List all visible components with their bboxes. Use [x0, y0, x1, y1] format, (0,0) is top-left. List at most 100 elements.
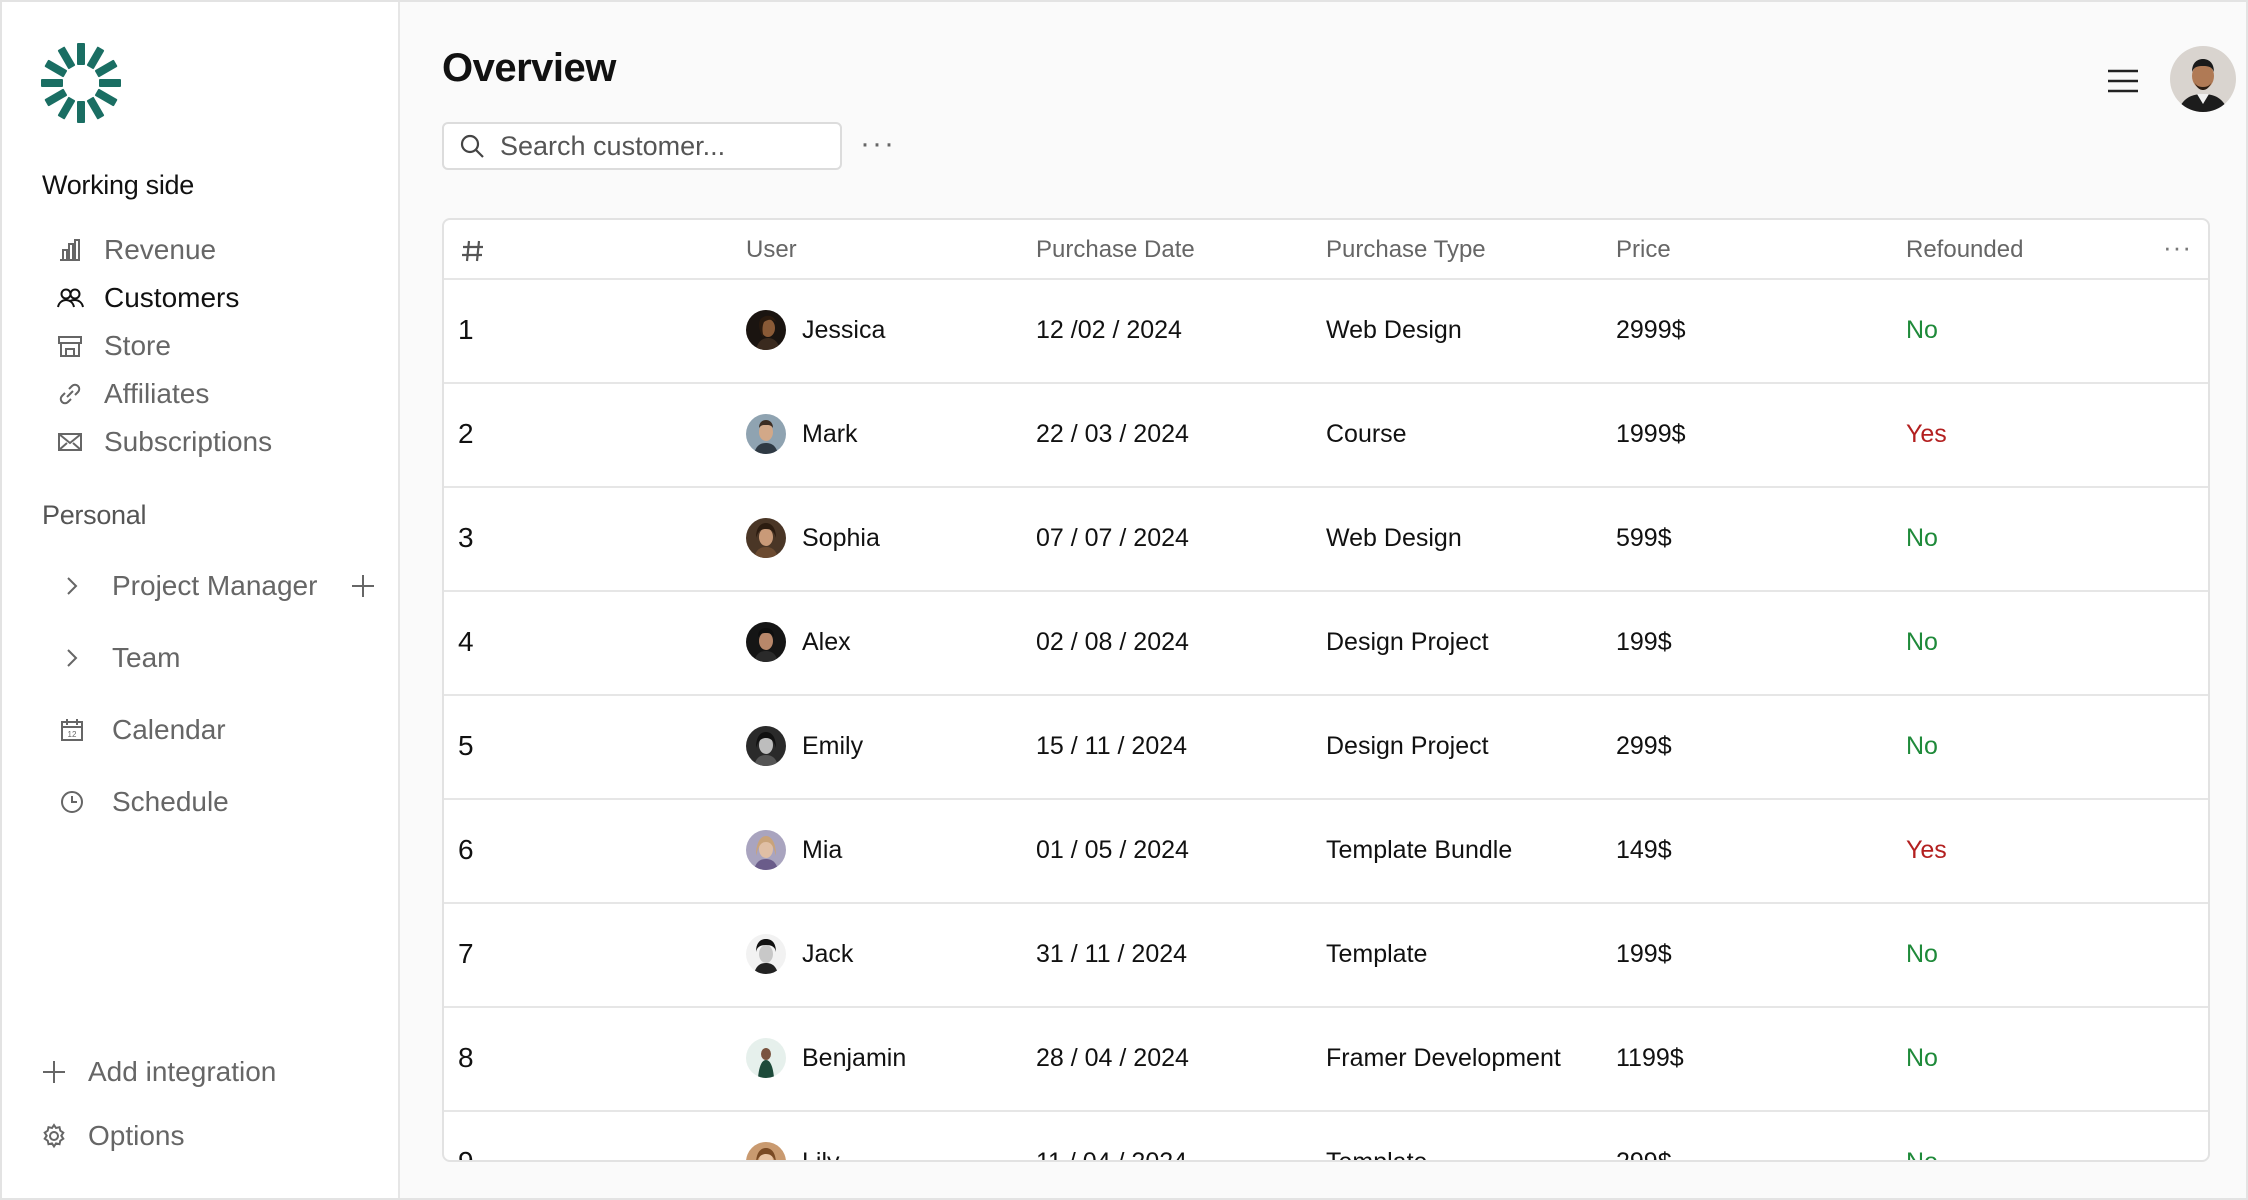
chevron-right-icon: [67, 649, 78, 667]
main-content: Overview ··· User Purchase Date Pur: [400, 2, 2246, 1198]
table-row[interactable]: 4 Alex 02 / 08 / 2024 Design Project 199…: [444, 592, 2208, 696]
sidebar-item-calendar[interactable]: 12 Calendar: [58, 710, 226, 750]
plus-icon: [43, 1061, 65, 1083]
options-label: Options: [88, 1120, 185, 1151]
refunded-status: No: [1906, 1044, 1938, 1072]
clock-icon: [61, 791, 83, 813]
sidebar-item-project-manager[interactable]: Project Manager: [58, 566, 377, 606]
refunded-status: No: [1906, 940, 1938, 968]
purchase-type: Design Project: [1326, 732, 1489, 760]
hash-icon: [462, 240, 483, 262]
sidebar-item-label: Project Manager: [112, 570, 318, 601]
user-name: Lily: [802, 1147, 840, 1162]
profile-photo-icon: [2170, 46, 2236, 112]
row-number: 5: [458, 730, 474, 761]
brand-logo-icon[interactable]: [40, 42, 122, 124]
table-row[interactable]: 8 Benjamin 28 / 04 / 2024 Framer Develop…: [444, 1008, 2208, 1112]
customers-table: User Purchase Date Purchase Type Price R…: [442, 218, 2210, 1162]
column-header-price[interactable]: Price: [1616, 236, 1671, 264]
purchase-type: Template: [1326, 940, 1428, 968]
search-box[interactable]: [442, 122, 842, 170]
add-integration-button[interactable]: Add integration: [40, 1056, 276, 1088]
purchase-type: Template Bundle: [1326, 836, 1513, 864]
row-number: 7: [458, 938, 474, 969]
purchase-date: 28 / 04 / 2024: [1036, 1044, 1189, 1072]
user-cell: Jack: [746, 934, 853, 974]
user-cell: Sophia: [746, 518, 880, 558]
purchase-date: 12 /02 / 2024: [1036, 316, 1182, 344]
sidebar-item-label: Schedule: [112, 786, 229, 817]
sidebar-item-schedule[interactable]: Schedule: [58, 782, 229, 822]
sidebar-item-subscriptions[interactable]: Subscriptions: [56, 422, 272, 462]
sidebar-item-team[interactable]: Team: [58, 638, 180, 678]
refunded-status: No: [1906, 524, 1938, 552]
column-header-purchase-type[interactable]: Purchase Type: [1326, 236, 1486, 264]
add-project-plus-icon[interactable]: [349, 572, 377, 600]
search-more-options-button[interactable]: ···: [860, 129, 896, 159]
price: 1999$: [1616, 420, 1686, 448]
row-number: 8: [458, 1042, 474, 1073]
table-row[interactable]: 3 Sophia 07 / 07 / 2024 Web Design 599$ …: [444, 488, 2208, 592]
user-avatar-image: [746, 1038, 786, 1078]
table-row[interactable]: 7 Jack 31 / 11 / 2024 Template 199$ No: [444, 904, 2208, 1008]
user-avatar-image: [746, 934, 786, 974]
section-title-working: Working side: [42, 170, 194, 200]
user-name: Alex: [802, 627, 851, 656]
sidebar-item-label: Affiliates: [104, 378, 210, 409]
user-name: Mia: [802, 835, 843, 864]
user-avatar-image: [746, 622, 786, 662]
table-header: User Purchase Date Purchase Type Price R…: [444, 220, 2208, 280]
user-cell: Emily: [746, 726, 863, 766]
hamburger-menu-icon[interactable]: [2106, 66, 2140, 96]
user-name: Benjamin: [802, 1043, 907, 1072]
options-button[interactable]: Options: [40, 1120, 185, 1152]
user-name: Sophia: [802, 523, 880, 552]
price: 299$: [1616, 1148, 1672, 1162]
refunded-status: No: [1906, 316, 1938, 344]
table-row[interactable]: 1 Jessica 12 /02 / 2024 Web Design 2999$…: [444, 280, 2208, 384]
table-row[interactable]: 5 Emily 15 / 11 / 2024 Design Project 29…: [444, 696, 2208, 800]
sidebar-item-label: Revenue: [104, 234, 217, 265]
chevron-right-icon: [67, 577, 78, 595]
user-avatar-image: [746, 830, 786, 870]
purchase-date: 22 / 03 / 2024: [1036, 420, 1189, 448]
purchase-date: 15 / 11 / 2024: [1036, 732, 1188, 760]
add-integration-label: Add integration: [88, 1056, 277, 1087]
column-header-refounded[interactable]: Refounded: [1906, 236, 2023, 264]
price: 199$: [1616, 628, 1672, 656]
search-input[interactable]: [500, 130, 820, 162]
column-header-purchase-date[interactable]: Purchase Date: [1036, 236, 1195, 264]
user-cell: Benjamin: [746, 1038, 906, 1078]
row-number: 4: [458, 626, 474, 657]
price: 2999$: [1616, 316, 1686, 344]
column-header-user[interactable]: User: [746, 236, 797, 264]
user-cell: Jessica: [746, 310, 885, 350]
bar-chart-icon: [60, 239, 80, 261]
sidebar-item-revenue[interactable]: Revenue: [56, 230, 216, 270]
sidebar-item-label: Team: [112, 642, 181, 673]
row-number: 1: [458, 314, 474, 345]
sidebar-item-affiliates[interactable]: Affiliates: [56, 374, 209, 414]
row-number: 6: [458, 834, 474, 865]
sidebar: Working side Revenue Customers Store Aff…: [2, 2, 400, 1198]
table-row[interactable]: 6 Mia 01 / 05 / 2024 Template Bundle 149…: [444, 800, 2208, 904]
user-name: Mark: [802, 419, 858, 448]
sidebar-item-label: Subscriptions: [104, 426, 273, 457]
user-avatar-image: [746, 310, 786, 350]
page-title: Overview: [442, 46, 616, 90]
gear-icon: [43, 1123, 65, 1149]
user-cell: Alex: [746, 622, 851, 662]
table-row[interactable]: 2 Mark 22 / 03 / 2024 Course 1999$ Yes: [444, 384, 2208, 488]
section-title-personal: Personal: [42, 500, 147, 530]
table-more-options-button[interactable]: ···: [2163, 232, 2192, 263]
table-body: 1 Jessica 12 /02 / 2024 Web Design 2999$…: [444, 280, 2208, 1162]
table-row[interactable]: 9 Lily 11 / 04 / 2024 Template 299$ No: [444, 1112, 2208, 1162]
refunded-status: No: [1906, 1148, 1938, 1162]
sidebar-item-customers[interactable]: Customers: [56, 278, 239, 318]
calendar-icon: 12: [61, 719, 83, 741]
price: 299$: [1616, 732, 1672, 760]
app-window: Working side Revenue Customers Store Aff…: [0, 0, 2248, 1200]
user-avatar[interactable]: [2170, 46, 2236, 112]
sidebar-item-store[interactable]: Store: [56, 326, 171, 366]
purchase-type: Web Design: [1326, 316, 1462, 344]
